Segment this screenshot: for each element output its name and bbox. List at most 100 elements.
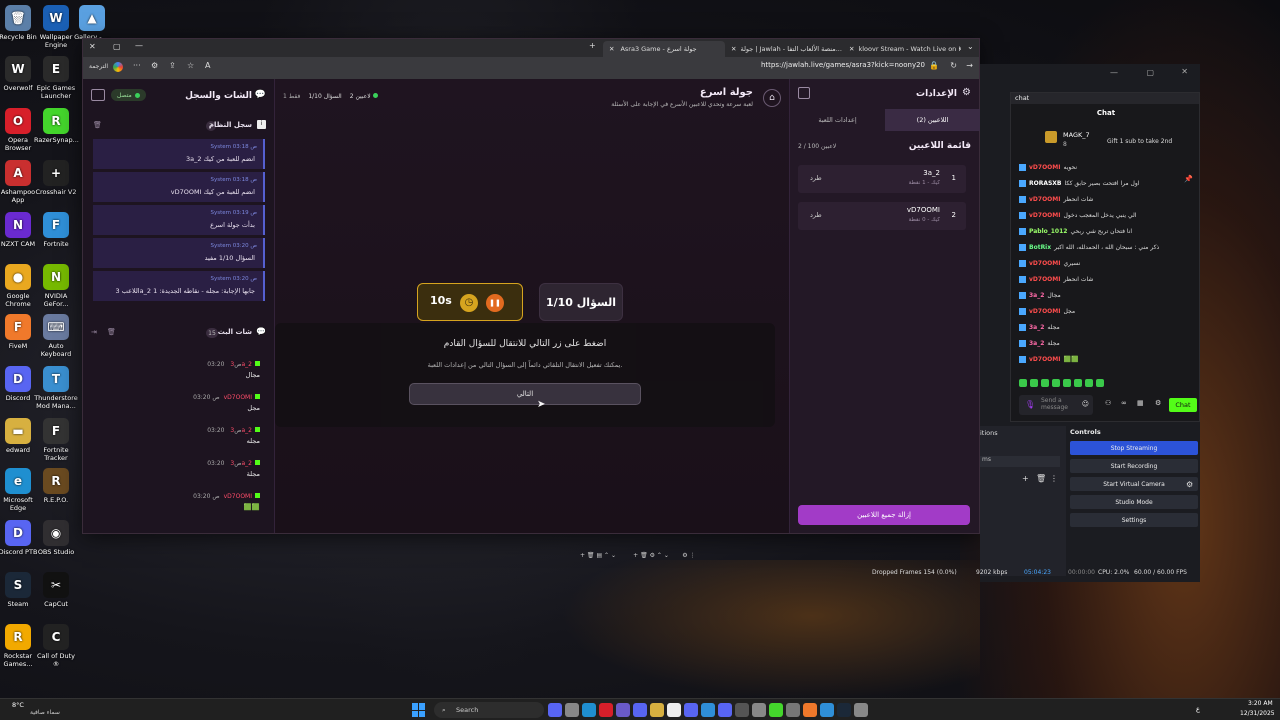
trash-icon[interactable]: 🗑 [93, 121, 102, 129]
desktop-icon[interactable]: N NVIDIA GeFor... [34, 264, 78, 308]
taskbar-app-icon[interactable] [854, 703, 868, 717]
emote-bar[interactable] [1019, 379, 1193, 389]
maximize-icon[interactable]: ▢ [1146, 68, 1154, 77]
more-icon[interactable]: ··· [133, 61, 141, 70]
control-button[interactable]: Stop Streaming [1070, 441, 1198, 455]
tab-close-icon[interactable]: ✕ [849, 45, 854, 53]
taskbar-app-icon[interactable] [820, 703, 834, 717]
emote-icon[interactable] [1085, 379, 1093, 387]
taskbar-app-icon[interactable] [582, 703, 596, 717]
more-icon[interactable]: ⋮ [1050, 474, 1058, 483]
trash-icon[interactable]: 🗑 [1036, 474, 1046, 483]
emote-icon[interactable] [1030, 379, 1038, 387]
taskbar-app-icon[interactable] [667, 703, 681, 717]
chat-send-button[interactable]: Chat [1169, 398, 1197, 412]
taskbar-app-icon[interactable] [803, 703, 817, 717]
emote-icon[interactable] [1019, 379, 1027, 387]
desktop-icon[interactable]: F Fortnite Tracker [34, 418, 78, 462]
tab-asra3[interactable]: ✕ Asra3 Game - جولة اسرع [603, 41, 725, 57]
close-icon[interactable]: ✕ [1181, 67, 1188, 76]
minimize-icon[interactable]: — [1110, 68, 1118, 77]
emote-icon[interactable] [1096, 379, 1104, 387]
desktop-icon[interactable]: ◉ OBS Studio [34, 520, 78, 556]
taskbar-app-icon[interactable] [650, 703, 664, 717]
bookmark-icon[interactable]: ☆ [187, 61, 194, 70]
reload-icon[interactable]: ↻ [950, 61, 957, 70]
sidebar-toggle-icon[interactable] [91, 89, 105, 101]
tab-close-icon[interactable]: ✕ [609, 45, 614, 53]
taskbar-app-icon[interactable] [718, 703, 732, 717]
translate-icon[interactable] [113, 62, 123, 72]
translate-label[interactable]: الترجمة [89, 63, 108, 70]
users-icon[interactable]: ⚇ [1105, 399, 1111, 407]
collapse-panel-icon[interactable] [798, 87, 810, 99]
taskbar-app-icon[interactable] [548, 703, 562, 717]
kick-player-button[interactable]: طرد [810, 174, 822, 182]
control-button[interactable]: Studio Mode [1070, 495, 1198, 509]
emote-icon[interactable] [1052, 379, 1060, 387]
taskbar-app-icon[interactable] [769, 703, 783, 717]
desktop-icon[interactable]: F Fortnite [34, 212, 78, 248]
link-icon[interactable]: ∞ [1121, 399, 1127, 407]
mic-icon[interactable]: 🎙 [1025, 400, 1035, 409]
trash-icon[interactable]: 🗑 [107, 328, 116, 336]
virtual-cam-settings-icon[interactable]: ⚙ [1186, 480, 1193, 489]
taskbar-app-icon[interactable] [565, 703, 579, 717]
desktop-icon[interactable]: R R.E.P.O. [34, 468, 78, 504]
tab-list-icon[interactable]: ⌄ [967, 42, 974, 51]
clock-time[interactable]: 3:20 AM [1248, 700, 1273, 707]
taskbar-app-icon[interactable] [633, 703, 647, 717]
emote-icon[interactable] [1074, 379, 1082, 387]
pin-icon[interactable]: 📌 [1184, 175, 1193, 183]
maximize-icon[interactable]: ▢ [113, 42, 121, 51]
emote-icon[interactable] [1041, 379, 1049, 387]
start-icon[interactable] [412, 703, 426, 717]
collapse-icon[interactable]: ⇥ [91, 328, 97, 336]
desktop-icon[interactable]: + Crosshair V2 [34, 160, 78, 196]
language-indicator[interactable]: ع [1196, 705, 1200, 713]
read-aloud-icon[interactable]: A [205, 61, 210, 70]
desktop-icon[interactable]: ▲ Gallery - ... [70, 5, 114, 41]
taskbar-app-icon[interactable] [599, 703, 613, 717]
new-tab-icon[interactable]: + [589, 41, 596, 50]
close-icon[interactable]: ✕ [89, 42, 96, 51]
send-message-input[interactable]: 🎙 Send a message ☺ [1019, 395, 1093, 415]
minimize-icon[interactable]: — [135, 41, 143, 50]
tab-kick[interactable]: ✕ kloovr Stream - Watch Live on Kick [843, 41, 961, 57]
weather-temp[interactable]: 8°C [12, 701, 24, 709]
tab-jawlah[interactable]: ✕ جولة | Jawlah - منصة الألعاب التفا... [725, 41, 843, 57]
settings-icon[interactable]: ⚙ [1155, 399, 1161, 407]
desktop-icon[interactable]: ✂ CapCut [34, 572, 78, 608]
clock-date[interactable]: 12/31/2025 [1240, 710, 1275, 717]
extension-icon[interactable]: ⚙ [151, 61, 158, 70]
taskbar-app-icon[interactable] [786, 703, 800, 717]
emote-icon[interactable] [1063, 379, 1071, 387]
home-icon[interactable]: ⌂ [763, 89, 781, 107]
weather-desc[interactable]: سماء صافية [30, 709, 60, 716]
taskbar-app-icon[interactable] [616, 703, 630, 717]
gift-prompt[interactable]: Gift 1 sub to take 2nd [1107, 138, 1172, 145]
desktop-icon[interactable]: T Thunderstore Mod Mana... [34, 366, 78, 410]
taskbar-app-icon[interactable] [684, 703, 698, 717]
desktop-icon[interactable]: E Epic Games Launcher [34, 56, 78, 100]
duration-field[interactable]: ms [980, 456, 1060, 467]
taskbar-search[interactable]: ⌕ Search [434, 702, 544, 718]
url-field[interactable]: https://jawlah.live/games/asra3?kick=noo… [761, 61, 925, 69]
tab-game-settings[interactable]: إعدادات اللعبة [790, 109, 885, 131]
taskbar-app-icon[interactable] [701, 703, 715, 717]
emoji-icon[interactable]: ☺ [1082, 400, 1089, 408]
taskbar-app-icon[interactable] [735, 703, 749, 717]
desktop-icon[interactable]: R RazerSynap... [34, 108, 79, 144]
taskbar-app-icon[interactable] [837, 703, 851, 717]
next-button[interactable]: التالي [409, 383, 641, 405]
add-icon[interactable]: + [1022, 474, 1029, 483]
pause-icon[interactable]: ❚❚ [486, 294, 504, 312]
tab-close-icon[interactable]: ✕ [731, 45, 736, 53]
remove-all-players-button[interactable]: إزالة جميع اللاعبين [798, 505, 970, 525]
tab-players[interactable]: اللاعبين (2) [885, 109, 980, 131]
kick-player-button[interactable]: طرد [810, 211, 822, 219]
taskbar-app-icon[interactable] [752, 703, 766, 717]
control-button[interactable]: Start Recording [1070, 459, 1198, 473]
desktop-icon[interactable]: ⌨ Auto Keyboard [34, 314, 78, 358]
calendar-icon[interactable]: ▦ [1137, 399, 1144, 407]
